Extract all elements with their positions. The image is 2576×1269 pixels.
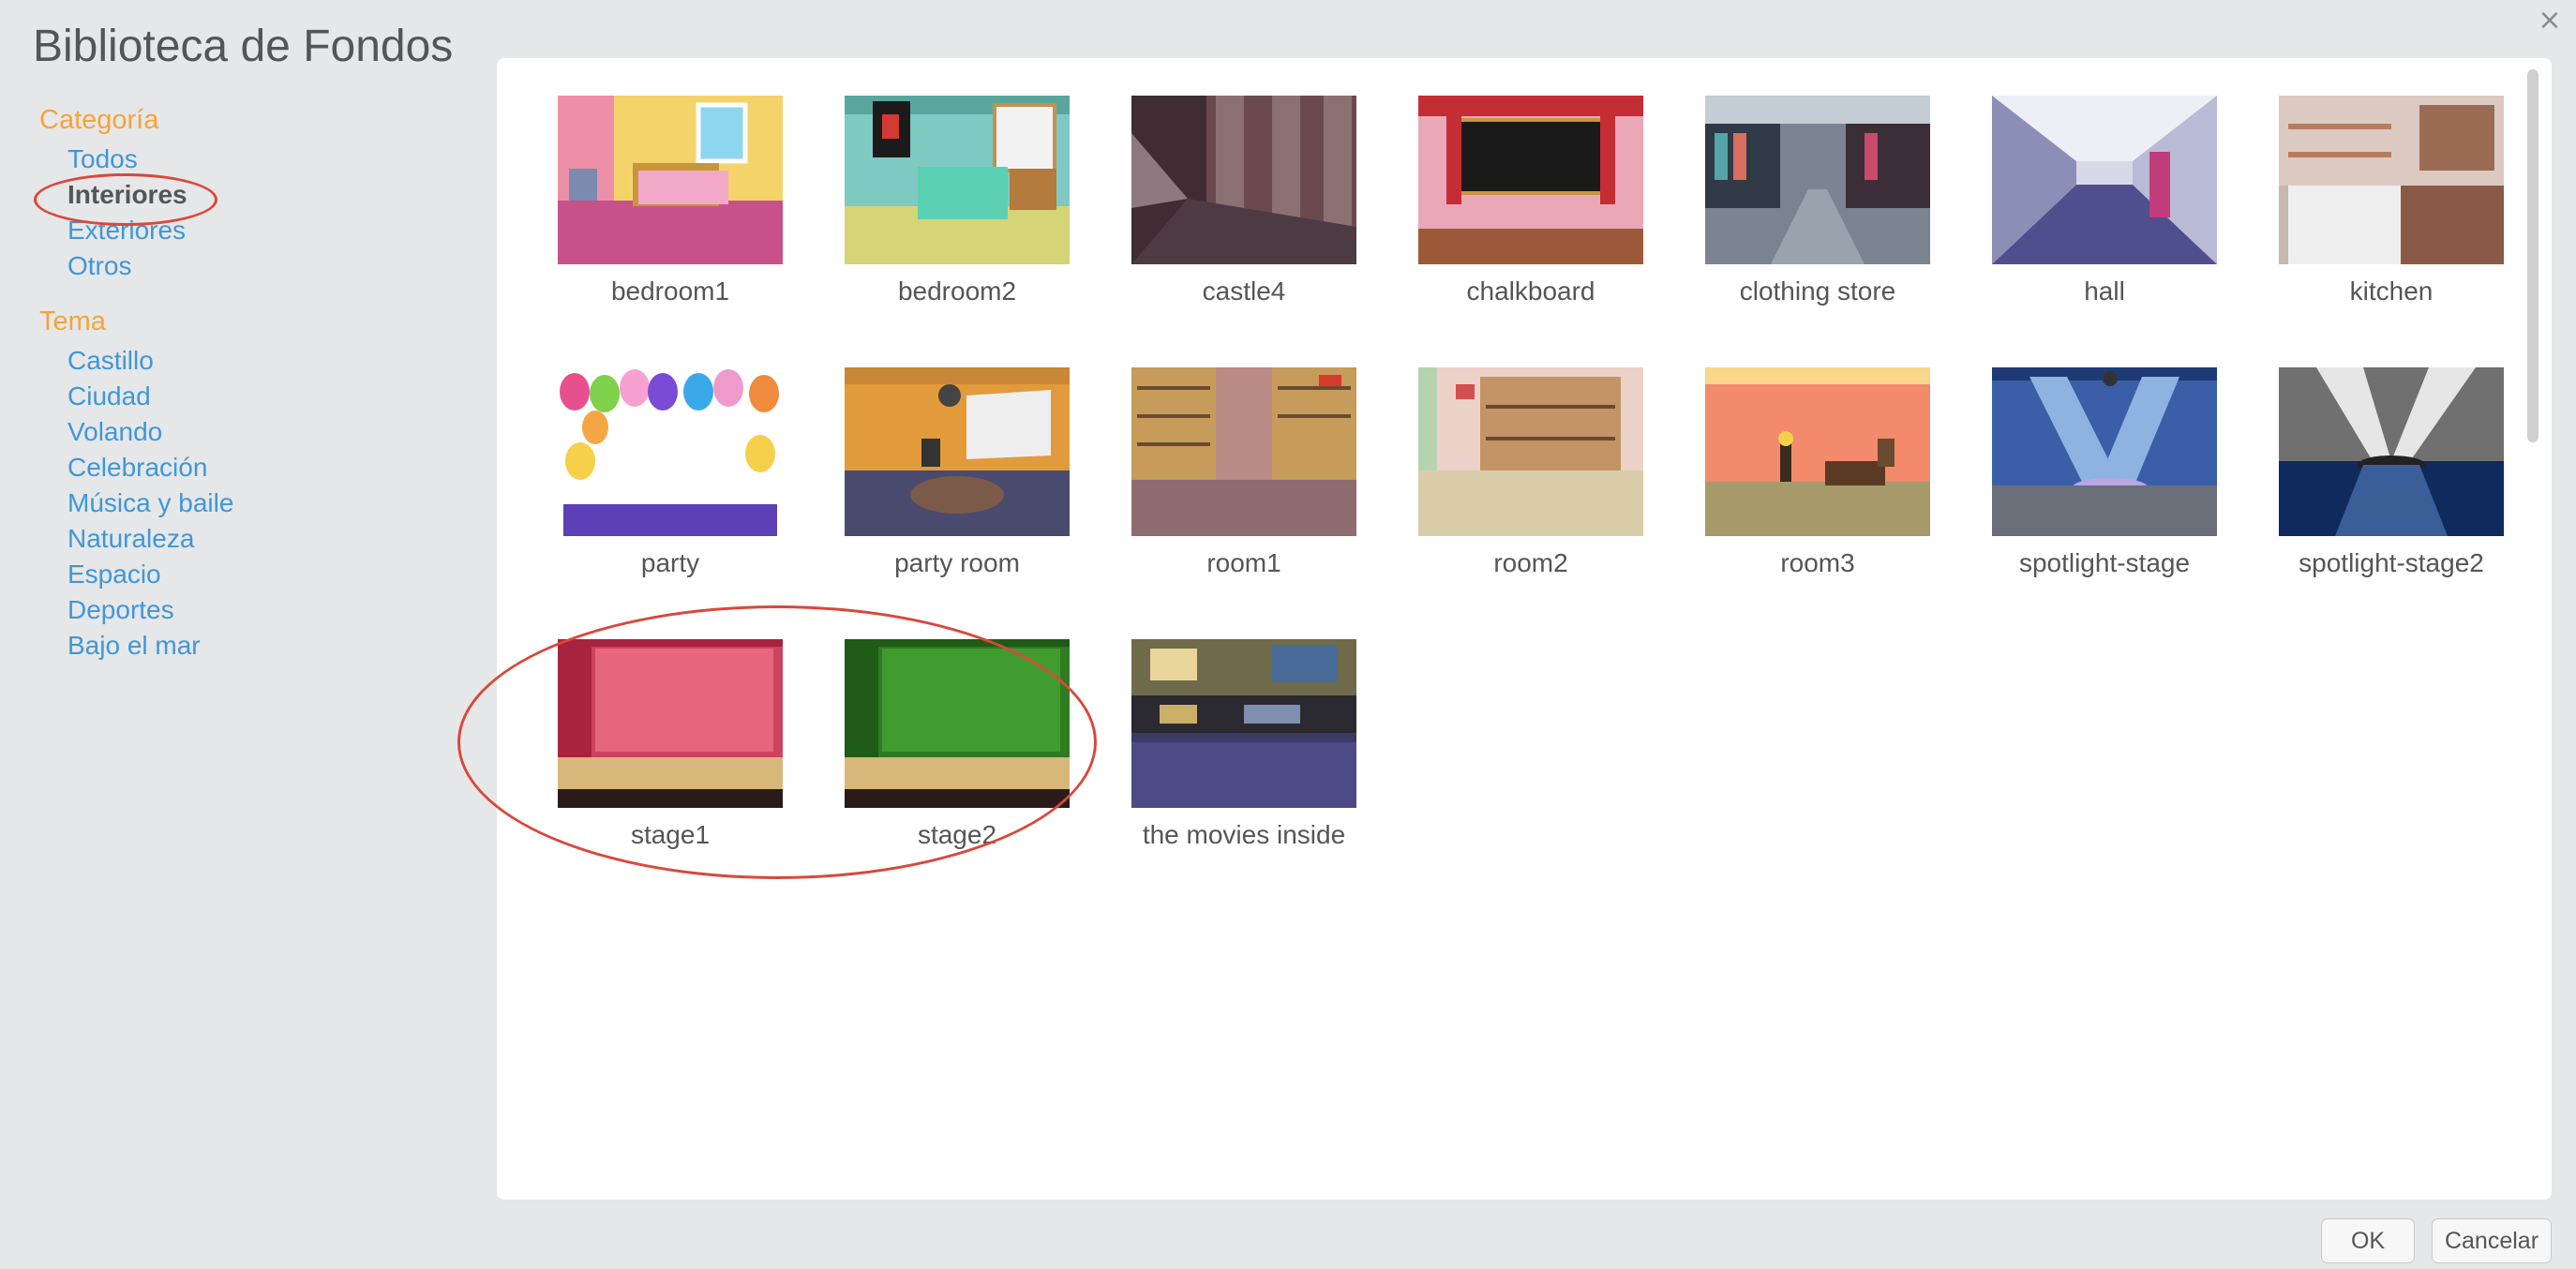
backdrop-tile-spotlight-stage2[interactable]: spotlight-stage2 [2248, 367, 2535, 639]
backdrop-label: spotlight-stage [2018, 548, 2191, 577]
selection-annotation-circle [34, 173, 217, 226]
theme-castillo[interactable]: Castillo [39, 343, 471, 379]
cancel-button[interactable]: Cancelar [2432, 1218, 2552, 1263]
backdrop-label: room3 [1780, 548, 1855, 577]
theme-musica-y-baile[interactable]: Música y baile [39, 485, 471, 521]
backdrop-label: clothing store [1739, 276, 1896, 306]
backdrop-tile-room3[interactable]: room3 [1674, 367, 1961, 639]
backdrop-label: spotlight-stage2 [2299, 548, 2484, 577]
backdrop-label: the movies inside [1142, 820, 1346, 849]
backdrop-tile-party-room[interactable]: party room [814, 367, 1101, 639]
party-room-thumbnail [845, 367, 1070, 536]
backdrop-label: chalkboard [1466, 276, 1595, 306]
room-shelves-thumbnail [1131, 367, 1356, 536]
category-header: Categoría [39, 105, 159, 135]
backdrop-label: party [640, 548, 700, 577]
backdrop-label: room2 [1493, 548, 1568, 577]
kitchen-thumbnail [2279, 96, 2504, 264]
scrollbar-thumb[interactable] [2527, 69, 2539, 442]
backdrop-label: bedroom1 [610, 276, 730, 306]
balloons-thumbnail [558, 367, 783, 536]
theme-espacio[interactable]: Espacio [39, 557, 471, 592]
theme-naturaleza[interactable]: Naturaleza [39, 521, 471, 557]
stage-annotation-circle [457, 605, 1097, 879]
backdrop-label: bedroom2 [897, 276, 1017, 306]
category-otros[interactable]: Otros [39, 248, 471, 284]
spotlight-stage-thumbnail [1992, 367, 2217, 536]
scrollbar[interactable] [2525, 69, 2540, 1185]
backdrop-tile-the-movies-inside[interactable]: the movies inside [1101, 639, 1387, 911]
theme-volando[interactable]: Volando [39, 414, 471, 450]
ok-button[interactable]: OK [2321, 1218, 2415, 1263]
backdrop-tile-castle4[interactable]: castle4 [1101, 96, 1387, 367]
backdrop-label: hall [2084, 276, 2125, 306]
dialog-title: Biblioteca de Fondos [33, 22, 454, 71]
backdrop-tile-clothing-store[interactable]: clothing store [1674, 96, 1961, 367]
backdrop-label: room1 [1206, 548, 1281, 577]
backdrop-tile-room2[interactable]: room2 [1387, 367, 1674, 639]
backdrop-tile-hall[interactable]: hall [1961, 96, 2248, 367]
backdrop-tile-spotlight-stage[interactable]: spotlight-stage [1961, 367, 2248, 639]
theme-deportes[interactable]: Deportes [39, 592, 471, 628]
backdrop-label: castle4 [1202, 276, 1286, 306]
chalkboard-thumbnail [1418, 96, 1643, 264]
clothing-store-thumbnail [1705, 96, 1930, 264]
category-todos[interactable]: Todos [39, 142, 471, 177]
castle-stairs-thumbnail [1131, 96, 1356, 264]
backdrop-tile-room1[interactable]: room1 [1101, 367, 1387, 639]
backdrop-tile-kitchen[interactable]: kitchen [2248, 96, 2535, 367]
backdrop-tile-bedroom2[interactable]: bedroom2 [814, 96, 1101, 367]
bedroom-teal-thumbnail [845, 96, 1070, 264]
room-shelves-checker-thumbnail [1418, 367, 1643, 536]
movie-theater-lobby-thumbnail [1131, 639, 1356, 808]
backdrop-tile-bedroom1[interactable]: bedroom1 [527, 96, 814, 367]
close-icon[interactable]: × [2537, 4, 2563, 37]
spotlight-stage-dark-thumbnail [2279, 367, 2504, 536]
backdrop-label: kitchen [2349, 276, 2434, 306]
hall-corridor-thumbnail [1992, 96, 2217, 264]
theme-celebracion[interactable]: Celebración [39, 450, 471, 485]
theme-bajo-el-mar[interactable]: Bajo el mar [39, 628, 471, 664]
theme-header: Tema [39, 306, 106, 336]
bedroom-pink-thumbnail [558, 96, 783, 264]
room-orange-thumbnail [1705, 367, 1930, 536]
backdrop-tile-chalkboard[interactable]: chalkboard [1387, 96, 1674, 367]
theme-ciudad[interactable]: Ciudad [39, 379, 471, 414]
backdrop-tile-party[interactable]: party [527, 367, 814, 639]
backdrop-label: party room [894, 548, 1020, 577]
